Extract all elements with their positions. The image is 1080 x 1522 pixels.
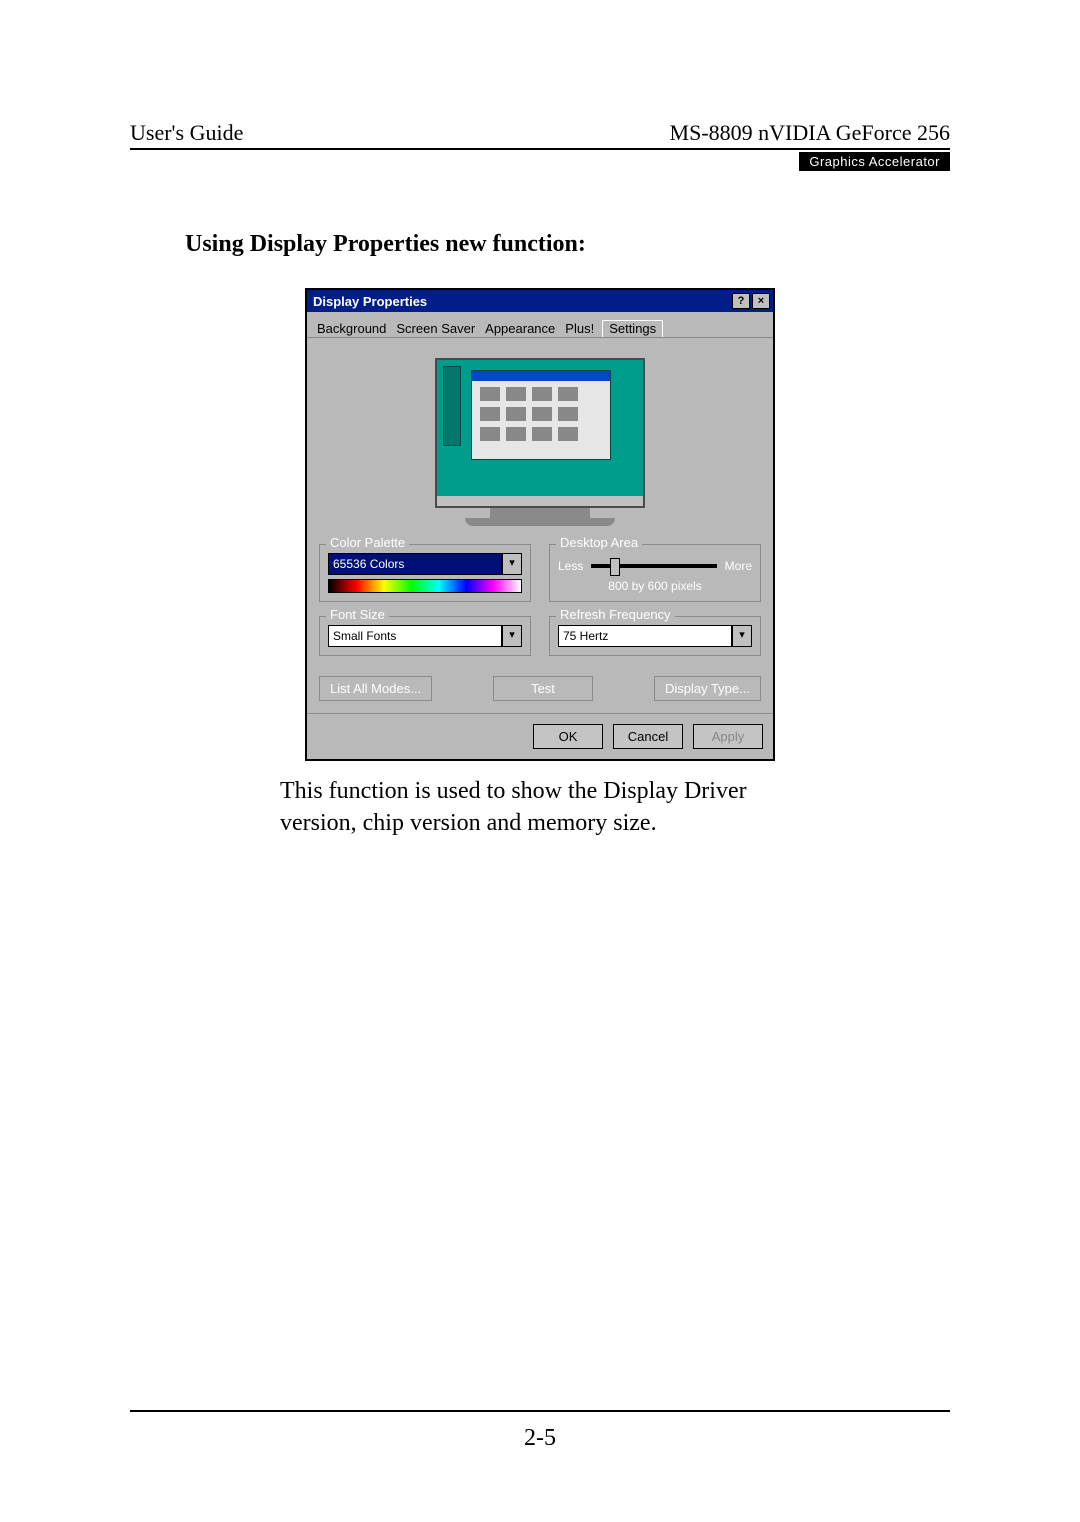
section-title: Using Display Properties new function:	[185, 231, 950, 258]
desktop-area-label: Desktop Area	[556, 535, 642, 550]
badge-wrap: Graphics Accelerator	[130, 150, 950, 171]
refresh-frequency-select[interactable]: 75 Hertz ▾	[558, 625, 752, 647]
preview-sidebar	[443, 366, 461, 446]
tab-settings[interactable]: Settings	[602, 320, 663, 337]
monitor-screen	[435, 358, 645, 508]
footer-rule	[130, 1410, 950, 1412]
preview-icon	[480, 407, 500, 421]
help-button[interactable]: ?	[732, 293, 750, 309]
settings-panel: Color Palette 65536 Colors ▾ Font Size S…	[307, 338, 773, 713]
tab-background[interactable]: Background	[315, 320, 388, 337]
preview-icon	[558, 407, 578, 421]
monitor-graphic	[435, 358, 645, 526]
refresh-frequency-value: 75 Hertz	[558, 625, 732, 647]
slider-less-label: Less	[558, 559, 583, 573]
font-size-group: Font Size Small Fonts ▾	[319, 616, 531, 656]
header-left: User's Guide	[130, 120, 243, 146]
preview-icon	[480, 387, 500, 401]
panel-buttons: List All Modes... Test Display Type...	[319, 676, 761, 701]
color-palette-group: Color Palette 65536 Colors ▾	[319, 544, 531, 602]
preview-icon	[506, 407, 526, 421]
refresh-frequency-label: Refresh Frequency	[556, 607, 675, 622]
resolution-value: 800 by 600 pixels	[558, 579, 752, 593]
header-right-wrap: MS-8809 nVIDIA GeForce 256	[670, 120, 950, 146]
tab-screensaver[interactable]: Screen Saver	[394, 320, 477, 337]
preview-icon	[558, 387, 578, 401]
preview-icon	[506, 387, 526, 401]
tab-plus[interactable]: Plus!	[563, 320, 596, 337]
preview-icon	[506, 427, 526, 441]
preview-icon	[532, 387, 552, 401]
test-button[interactable]: Test	[493, 676, 593, 701]
dialog-titlebar: Display Properties ? ×	[307, 290, 773, 312]
monitor-stand	[490, 508, 590, 518]
chevron-down-icon[interactable]: ▾	[502, 625, 522, 647]
monitor-preview	[319, 358, 761, 526]
preview-icon	[480, 427, 500, 441]
chevron-down-icon[interactable]: ▾	[502, 553, 522, 575]
right-col: Desktop Area Less More 800 by 600 pixels	[549, 544, 761, 670]
apply-button[interactable]: Apply	[693, 724, 763, 749]
list-all-modes-button[interactable]: List All Modes...	[319, 676, 432, 701]
settings-grid: Color Palette 65536 Colors ▾ Font Size S…	[319, 544, 761, 670]
preview-icons	[472, 381, 610, 447]
dialog-bottom-buttons: OK Cancel Apply	[307, 713, 773, 759]
preview-window-title	[472, 371, 610, 381]
left-col: Color Palette 65536 Colors ▾ Font Size S…	[319, 544, 531, 670]
page-number: 2-5	[0, 1425, 1080, 1452]
refresh-frequency-group: Refresh Frequency 75 Hertz ▾	[549, 616, 761, 656]
figure-caption: This function is used to show the Displa…	[280, 775, 810, 840]
preview-taskbar	[437, 496, 643, 506]
display-type-button[interactable]: Display Type...	[654, 676, 761, 701]
dialog-screenshot: Display Properties ? × Background Screen…	[130, 288, 950, 761]
chevron-down-icon[interactable]: ▾	[732, 625, 752, 647]
preview-window	[471, 370, 611, 460]
page-header: User's Guide MS-8809 nVIDIA GeForce 256	[130, 120, 950, 150]
color-palette-label: Color Palette	[326, 535, 409, 550]
graphics-accelerator-badge: Graphics Accelerator	[799, 152, 950, 171]
slider-more-label: More	[725, 559, 752, 573]
document-page: User's Guide MS-8809 nVIDIA GeForce 256 …	[0, 0, 1080, 1522]
dialog-title: Display Properties	[313, 294, 427, 309]
tab-appearance[interactable]: Appearance	[483, 320, 557, 337]
close-button[interactable]: ×	[752, 293, 770, 309]
preview-icon	[558, 427, 578, 441]
color-palette-select[interactable]: 65536 Colors ▾	[328, 553, 522, 575]
cancel-button[interactable]: Cancel	[613, 724, 683, 749]
resolution-slider[interactable]: Less More	[558, 559, 752, 573]
desktop-area-group: Desktop Area Less More 800 by 600 pixels	[549, 544, 761, 602]
color-palette-value: 65536 Colors	[328, 553, 502, 575]
display-properties-dialog: Display Properties ? × Background Screen…	[305, 288, 775, 761]
slider-track[interactable]	[591, 564, 716, 568]
preview-icon	[532, 427, 552, 441]
font-size-value: Small Fonts	[328, 625, 502, 647]
monitor-base	[465, 518, 615, 526]
header-right: MS-8809 nVIDIA GeForce 256	[670, 120, 950, 146]
slider-thumb[interactable]	[610, 558, 620, 576]
font-size-label: Font Size	[326, 607, 389, 622]
preview-icon	[532, 407, 552, 421]
font-size-select[interactable]: Small Fonts ▾	[328, 625, 522, 647]
tab-strip: Background Screen Saver Appearance Plus!…	[307, 312, 773, 338]
color-preview-bar	[328, 579, 522, 593]
ok-button[interactable]: OK	[533, 724, 603, 749]
